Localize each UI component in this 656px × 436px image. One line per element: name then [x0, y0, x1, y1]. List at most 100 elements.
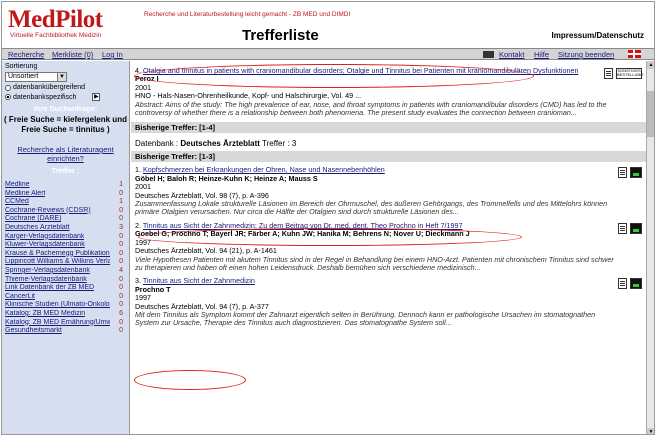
database-item[interactable]: Thieme-Verlagsdatenbank 0	[2, 276, 129, 285]
document-icon[interactable]	[618, 222, 627, 234]
database-item[interactable]: Medline Alert 0	[2, 190, 129, 199]
database-item[interactable]: Lippincott Williams & Wilkins Verlagsdat…	[2, 258, 129, 267]
database-item[interactable]: Deutsches Ärzteblatt 3	[2, 224, 129, 233]
database-name[interactable]: Krause & Pachernegg Publikationsdatenban…	[5, 250, 110, 259]
entry-authors: Goebel G; Prochno T; Bayerl JR; Färber A…	[135, 229, 470, 239]
database-name[interactable]: Karger-Verlagsdatenbank	[5, 233, 84, 242]
entry-icons	[618, 167, 642, 179]
availability-icon[interactable]	[630, 222, 642, 234]
scroll-thumb[interactable]	[647, 91, 654, 137]
database-count: 0	[119, 206, 123, 214]
page-title: Trefferliste	[242, 27, 319, 44]
tagline: Recherche und Literaturbestellung leicht…	[144, 11, 351, 18]
scroll-down-icon[interactable]: ▼	[647, 428, 654, 434]
database-name[interactable]: Kluwer-Verlagsdatenbank	[5, 241, 85, 250]
database-name[interactable]: Cochrane-Reviews (CDSR)	[5, 207, 91, 216]
database-name[interactable]: Katalog: ZB MED Ernährung/Umwelt	[5, 319, 110, 328]
sort-select[interactable]: Unsortiert ▼	[5, 72, 67, 82]
database-item[interactable]: Karger-Verlagsdatenbank 0	[2, 233, 129, 242]
database-item[interactable]: Medline 1	[2, 181, 129, 190]
nav-sitzung-beenden[interactable]: Sitzung beenden	[558, 50, 614, 59]
database-count: 0	[119, 318, 123, 326]
database-list: Medline 1 Medline Alert 0 CCMed 1 Cochrane-Rev…	[2, 181, 129, 336]
database-name[interactable]: CancerLit	[5, 293, 35, 302]
database-name[interactable]: Springer-Verlagsdatenbank	[5, 267, 90, 276]
database-item[interactable]: Cochrane (DARE) 0	[2, 215, 129, 224]
entry-icons	[618, 278, 642, 290]
radio-cross-db[interactable]: datenbankübergreifend	[5, 84, 129, 91]
database-count: 0	[119, 189, 123, 197]
db-name: Deutsches Ärzteblatt	[180, 139, 260, 149]
database-item[interactable]: Katalog: ZB MED Ernährung/Umwelt 0	[2, 319, 129, 328]
db-label: Datenbank :	[135, 139, 179, 149]
database-item[interactable]: Katalog: ZB MED Medizin 6	[2, 310, 129, 319]
radio-icon[interactable]	[5, 84, 11, 91]
entry-title-link[interactable]: Otalgia and tinnitus in patients with cr…	[143, 66, 579, 75]
nav-recherche[interactable]: Recherche	[8, 50, 44, 59]
database-item[interactable]: CancerLit 0	[2, 293, 129, 302]
nav-kontakt[interactable]: Kontakt	[499, 50, 524, 59]
navigation-bar: Recherche Merkliste (0) Log In Kontakt H…	[2, 48, 654, 60]
nav-login[interactable]: Log In	[102, 50, 123, 59]
go-button[interactable]: ▶	[92, 93, 101, 101]
database-header: Datenbank : Deutsches Ärzteblatt Treffer…	[131, 135, 646, 149]
sort-label: Sortierung	[5, 63, 38, 70]
database-count: 3	[119, 223, 123, 231]
database-count: 0	[119, 241, 123, 249]
english-flag-icon[interactable]	[628, 50, 641, 58]
database-name[interactable]: Cochrane (DARE)	[5, 215, 61, 224]
medpilot-logo[interactable]: MedPilot Virtuelle Fachbibliothek Medizi…	[8, 6, 138, 42]
database-count: 0	[119, 275, 123, 283]
database-item[interactable]: Klinische Studien (Ulmato-Onkologie 0	[2, 301, 129, 310]
document-icon[interactable]	[604, 68, 613, 79]
radio-db-specific[interactable]: datenbankspezifisch ▶	[5, 93, 129, 101]
nav-merkliste[interactable]: Merkliste (0)	[52, 50, 93, 59]
database-name[interactable]: Link Datenbank der ZB MED	[5, 284, 94, 293]
mail-icon[interactable]	[483, 51, 494, 58]
sidebar: Sortierung Unsortiert ▼ datenbankübergre…	[2, 61, 130, 434]
entry-icons	[618, 222, 642, 234]
database-name[interactable]: CCMed	[5, 198, 29, 207]
result-entry-4: 4. Otalgia and tinnitus in patients with…	[131, 65, 646, 120]
database-item[interactable]: Cochrane-Reviews (CDSR) 0	[2, 207, 129, 216]
database-name[interactable]: Thieme-Verlagsdatenbank	[5, 276, 87, 285]
result-entry-3: 3. Tinnitus aus Sicht der Zahnmedizin Pr…	[131, 275, 646, 330]
logo-text: MedPilot	[8, 6, 103, 33]
radio-selected-icon[interactable]	[5, 94, 11, 100]
database-count: 6	[119, 309, 123, 317]
availability-icon[interactable]	[630, 278, 642, 290]
database-name[interactable]: Gesundheitsmarkt	[5, 327, 62, 336]
result-entry-1: 1. Kopfschmerzen bei Erkrankungen der Oh…	[131, 164, 646, 219]
database-name[interactable]: Medline	[5, 181, 30, 190]
db-hits: Treffer : 3	[262, 139, 297, 149]
order-badge-icon[interactable]: SONSTIGES BESTELLUNG	[616, 68, 643, 79]
database-item[interactable]: CCMed 1	[2, 198, 129, 207]
database-item[interactable]: Link Datenbank der ZB MED 0	[2, 284, 129, 293]
previous-hits-bar: Bisherige Treffer: [1-4]	[131, 122, 646, 134]
database-name[interactable]: Medline Alert	[5, 190, 45, 199]
results-scrollbar[interactable]: ▲ ▼	[646, 61, 654, 434]
database-name[interactable]: Deutsches Ärzteblatt	[5, 224, 70, 233]
entry-title-link[interactable]: Tinnitus aus Sicht der Zahnmedizin	[143, 276, 255, 285]
radio-db-specific-label: datenbankspezifisch	[13, 93, 77, 101]
database-item[interactable]: Kluwer-Verlagsdatenbank 0	[2, 241, 129, 250]
database-name[interactable]: Klinische Studien (Ulmato-Onkologie	[5, 301, 110, 310]
database-count: 4	[119, 266, 123, 274]
entry-abstract: Viele Hypothesen Patienten mit akutem Ti…	[135, 254, 614, 272]
database-name[interactable]: Lippincott Williams & Wilkins Verlagsdat…	[5, 258, 110, 267]
hits-heading: Treffer :	[51, 166, 80, 175]
entry-abstract: Zusammenfassung Lokale strukturelle Läsi…	[135, 199, 608, 217]
nav-hilfe[interactable]: Hilfe	[534, 50, 549, 59]
availability-icon[interactable]	[630, 167, 642, 179]
impressum-link[interactable]: Impressum/Datenschutz	[552, 31, 644, 40]
agent-link[interactable]: Recherche als Literaturagent einrichten?	[2, 145, 129, 163]
chevron-down-icon[interactable]: ▼	[57, 73, 66, 81]
document-icon[interactable]	[618, 167, 627, 179]
previous-hits-bar-2: Bisherige Treffer: [1-3]	[131, 151, 646, 163]
database-item[interactable]: Krause & Pachernegg Publikationsdatenban…	[2, 250, 129, 259]
scroll-up-icon[interactable]: ▲	[647, 61, 654, 69]
document-icon[interactable]	[618, 278, 627, 290]
database-name[interactable]: Katalog: ZB MED Medizin	[5, 310, 85, 319]
database-item[interactable]: Gesundheitsmarkt 0	[2, 327, 129, 336]
database-item[interactable]: Springer-Verlagsdatenbank 4	[2, 267, 129, 276]
